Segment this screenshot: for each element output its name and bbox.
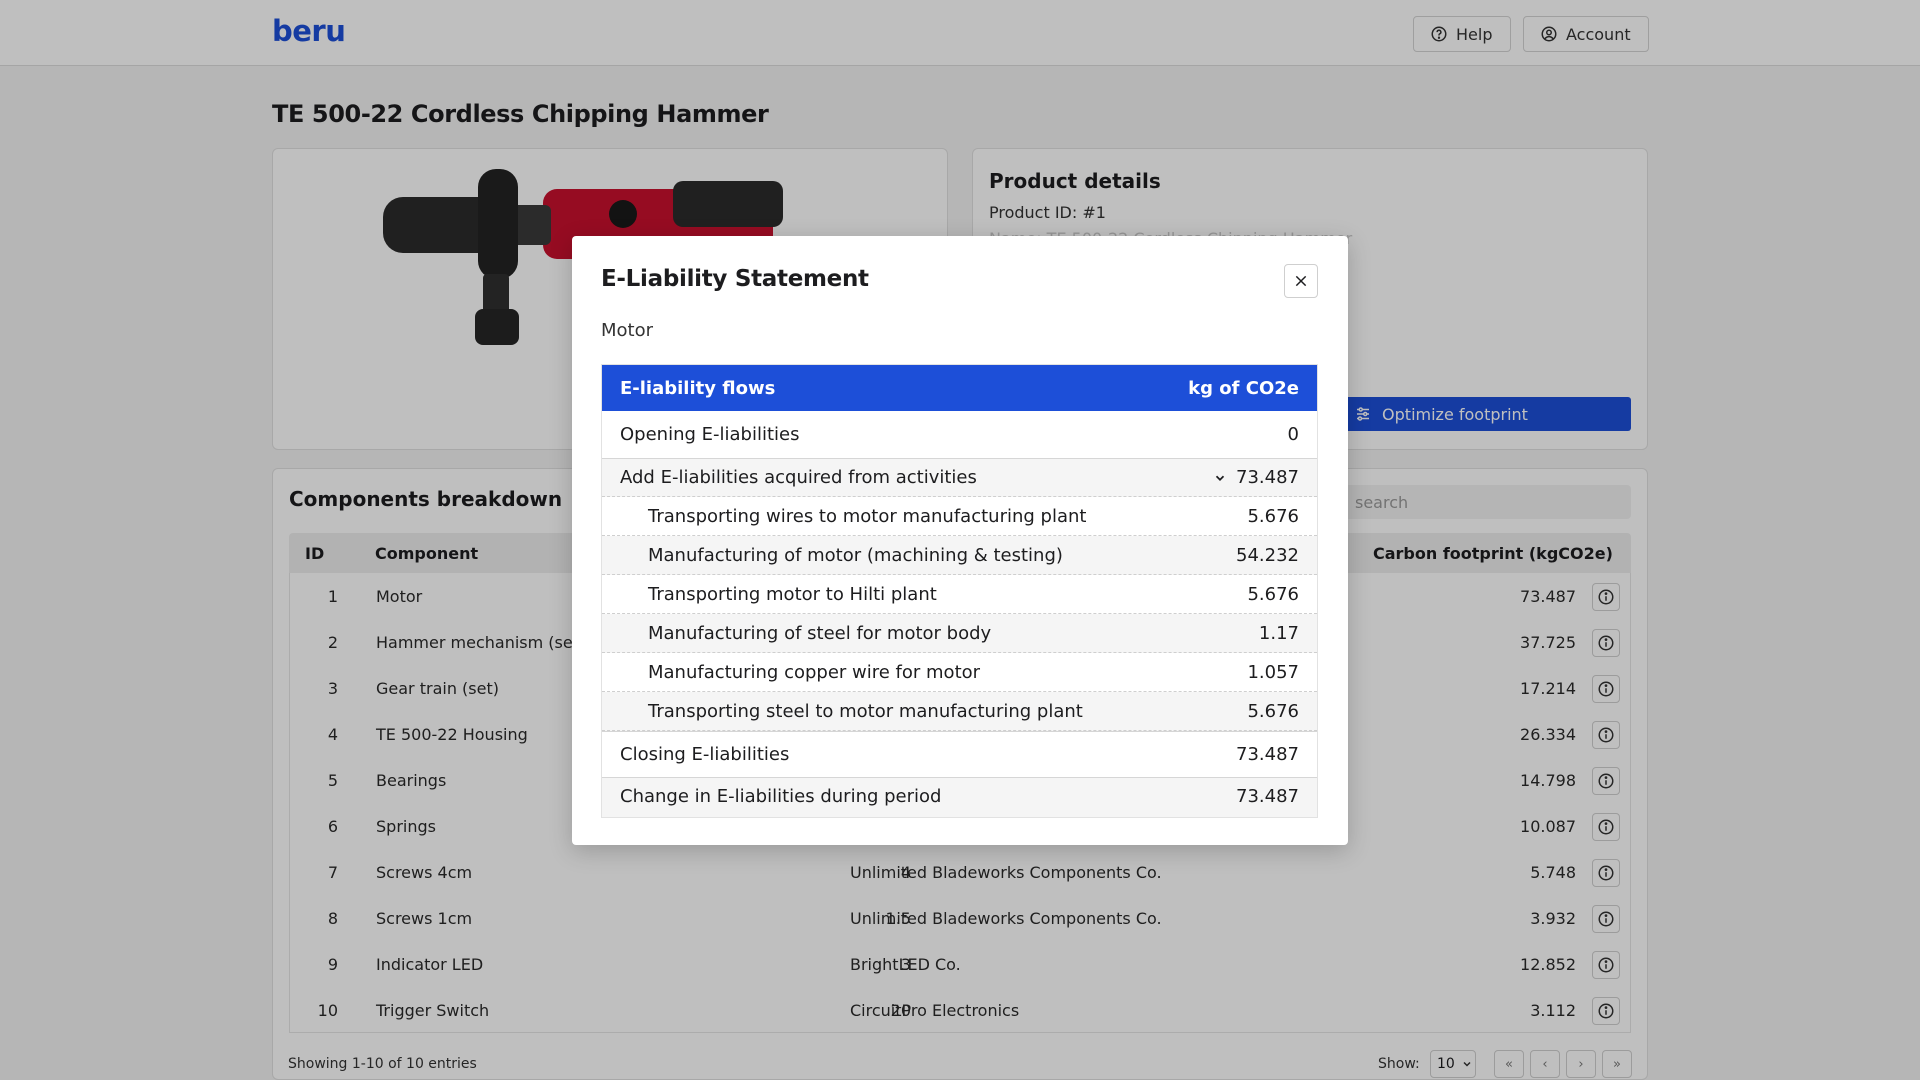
activity-label: Transporting wires to motor manufacturin… [648, 506, 1087, 527]
activity-value: 5.676 [1247, 584, 1299, 605]
activity-row: Transporting steel to motor manufacturin… [602, 692, 1317, 731]
activity-value: 1.17 [1258, 623, 1299, 644]
opening-label: Opening E-liabilities [620, 424, 800, 445]
closing-value: 73.487 [1236, 744, 1299, 765]
activity-rows: Transporting wires to motor manufacturin… [602, 497, 1317, 731]
activity-label: Transporting motor to Hilti plant [648, 584, 937, 605]
activity-row: Manufacturing of motor (machining & test… [602, 536, 1317, 575]
header-unit: kg of CO2e [1188, 378, 1299, 399]
close-icon [1295, 275, 1307, 287]
chevron-down-icon[interactable] [1213, 471, 1227, 485]
change-label: Change in E-liabilities during period [620, 786, 942, 807]
opening-row: Opening E-liabilities 0 [602, 411, 1317, 459]
activity-label: Manufacturing of steel for motor body [648, 623, 992, 644]
opening-value: 0 [1287, 424, 1299, 445]
activity-label: Manufacturing copper wire for motor [648, 662, 981, 683]
activity-value: 1.057 [1247, 662, 1299, 683]
activity-label: Manufacturing of motor (machining & test… [648, 545, 1063, 566]
activity-value: 5.676 [1247, 506, 1299, 527]
modal-title: E-Liability Statement [601, 266, 869, 292]
activity-value: 5.676 [1247, 701, 1299, 722]
close-button[interactable] [1284, 264, 1318, 298]
acquired-value: 73.487 [1236, 467, 1299, 488]
activity-row: Transporting motor to Hilti plant 5.676 [602, 575, 1317, 614]
e-liability-table: E-liability flows kg of CO2e Opening E-l… [601, 364, 1318, 818]
acquired-row[interactable]: Add E-liabilities acquired from activiti… [602, 459, 1317, 497]
activity-label: Transporting steel to motor manufacturin… [648, 701, 1083, 722]
e-liability-modal: E-Liability Statement Motor E-liability … [572, 236, 1348, 845]
modal-subtitle: Motor [601, 320, 654, 341]
activity-row: Manufacturing copper wire for motor 1.057 [602, 653, 1317, 692]
activity-value: 54.232 [1236, 545, 1299, 566]
acquired-label: Add E-liabilities acquired from activiti… [620, 467, 977, 488]
activity-row: Manufacturing of steel for motor body 1.1… [602, 614, 1317, 653]
header-flows: E-liability flows [620, 378, 776, 399]
e-liability-table-header: E-liability flows kg of CO2e [602, 365, 1317, 411]
closing-row: Closing E-liabilities 73.487 [602, 731, 1317, 778]
change-row: Change in E-liabilities during period 73… [602, 778, 1317, 817]
change-value: 73.487 [1236, 786, 1299, 807]
activity-row: Transporting wires to motor manufacturin… [602, 497, 1317, 536]
closing-label: Closing E-liabilities [620, 744, 790, 765]
